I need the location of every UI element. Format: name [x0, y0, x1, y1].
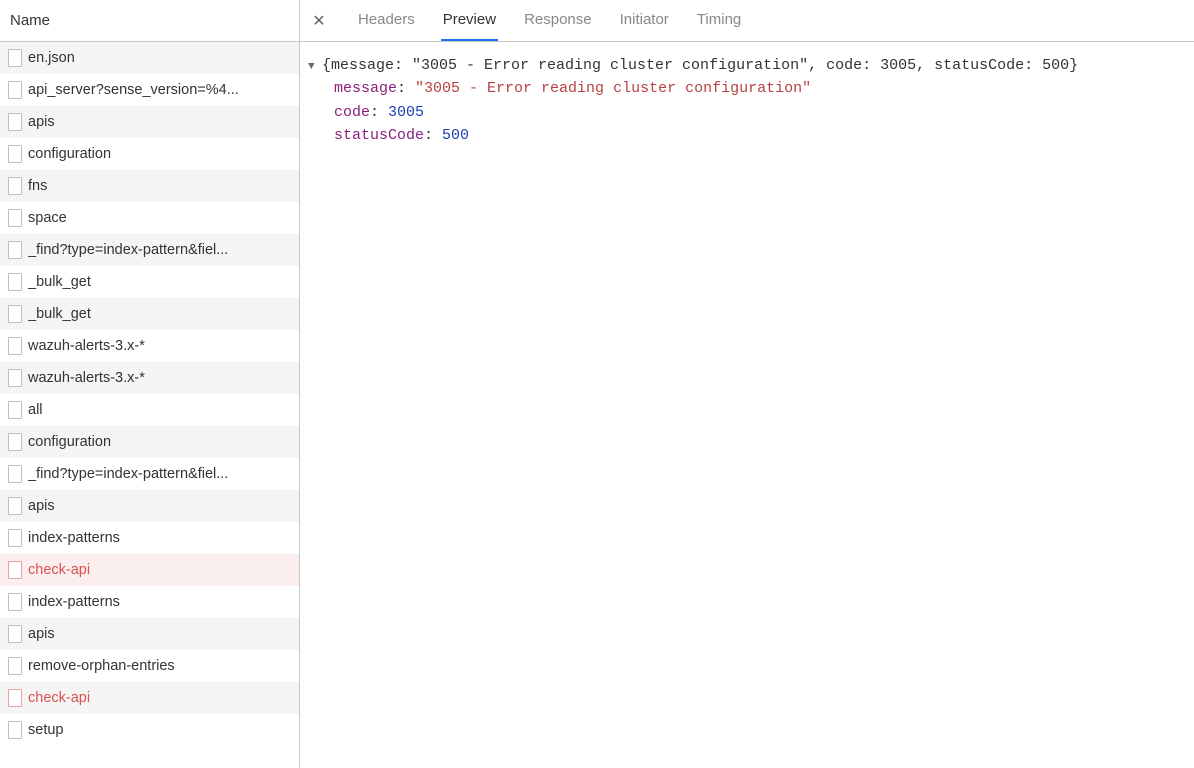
- request-name: index-patterns: [28, 594, 291, 610]
- expand-caret-icon[interactable]: ▼: [308, 59, 320, 76]
- preview-body: ▼ {message: "3005 - Error reading cluste…: [300, 42, 1194, 768]
- file-icon: [8, 433, 22, 451]
- request-item[interactable]: en.json: [0, 42, 299, 74]
- file-icon: [8, 497, 22, 515]
- request-name: wazuh-alerts-3.x-*: [28, 338, 291, 354]
- prop-key: statusCode: [334, 127, 424, 144]
- prop-value: 3005: [388, 104, 424, 121]
- object-summary-row[interactable]: ▼ {message: "3005 - Error reading cluste…: [308, 54, 1186, 77]
- request-item[interactable]: check-api: [0, 682, 299, 714]
- file-icon: [8, 369, 22, 387]
- file-icon: [8, 209, 22, 227]
- tab-response[interactable]: Response: [522, 0, 594, 41]
- file-icon: [8, 401, 22, 419]
- request-item[interactable]: _bulk_get: [0, 298, 299, 330]
- request-item[interactable]: apis: [0, 490, 299, 522]
- request-name: configuration: [28, 146, 291, 162]
- request-name: configuration: [28, 434, 291, 450]
- request-name: index-patterns: [28, 530, 291, 546]
- request-item[interactable]: space: [0, 202, 299, 234]
- request-item[interactable]: _find?type=index-pattern&fiel...: [0, 234, 299, 266]
- object-summary: {message: "3005 - Error reading cluster …: [322, 54, 1078, 77]
- request-name: wazuh-alerts-3.x-*: [28, 370, 291, 386]
- request-name: fns: [28, 178, 291, 194]
- detail-tabs: ✕ Headers Preview Response Initiator Tim…: [300, 0, 1194, 42]
- request-item[interactable]: _find?type=index-pattern&fiel...: [0, 458, 299, 490]
- file-icon: [8, 465, 22, 483]
- request-name: check-api: [28, 690, 291, 706]
- request-item[interactable]: check-api: [0, 554, 299, 586]
- file-icon: [8, 593, 22, 611]
- file-icon: [8, 305, 22, 323]
- request-item[interactable]: all: [0, 394, 299, 426]
- request-item[interactable]: api_server?sense_version=%4...: [0, 74, 299, 106]
- file-icon: [8, 657, 22, 675]
- request-name: apis: [28, 114, 291, 130]
- prop-message[interactable]: message: "3005 - Error reading cluster c…: [308, 77, 1186, 100]
- tab-headers[interactable]: Headers: [356, 0, 417, 41]
- request-name: remove-orphan-entries: [28, 658, 291, 674]
- close-icon[interactable]: ✕: [310, 12, 328, 30]
- prop-statuscode[interactable]: statusCode: 500: [308, 124, 1186, 147]
- request-item[interactable]: configuration: [0, 138, 299, 170]
- request-name: _find?type=index-pattern&fiel...: [28, 466, 291, 482]
- file-icon: [8, 145, 22, 163]
- file-icon: [8, 721, 22, 739]
- request-name: all: [28, 402, 291, 418]
- request-name: _bulk_get: [28, 274, 291, 290]
- prop-code[interactable]: code: 3005: [308, 101, 1186, 124]
- request-item[interactable]: index-patterns: [0, 522, 299, 554]
- file-icon: [8, 273, 22, 291]
- file-icon: [8, 113, 22, 131]
- request-name: check-api: [28, 562, 291, 578]
- prop-value: "3005 - Error reading cluster configurat…: [415, 80, 811, 97]
- file-icon: [8, 81, 22, 99]
- file-icon: [8, 561, 22, 579]
- request-item[interactable]: setup: [0, 714, 299, 746]
- file-icon: [8, 689, 22, 707]
- request-item[interactable]: configuration: [0, 426, 299, 458]
- file-icon: [8, 241, 22, 259]
- request-name: api_server?sense_version=%4...: [28, 82, 291, 98]
- request-name: space: [28, 210, 291, 226]
- file-icon: [8, 337, 22, 355]
- request-item[interactable]: wazuh-alerts-3.x-*: [0, 362, 299, 394]
- request-item[interactable]: fns: [0, 170, 299, 202]
- file-icon: [8, 177, 22, 195]
- request-item[interactable]: index-patterns: [0, 586, 299, 618]
- tab-preview[interactable]: Preview: [441, 0, 498, 41]
- tab-timing[interactable]: Timing: [695, 0, 743, 41]
- request-list: en.json api_server?sense_version=%4...api…: [0, 42, 299, 768]
- prop-value: 500: [442, 127, 469, 144]
- request-name: setup: [28, 722, 291, 738]
- request-name: en.json: [28, 50, 291, 66]
- detail-panel: ✕ Headers Preview Response Initiator Tim…: [300, 0, 1194, 768]
- request-item[interactable]: apis: [0, 106, 299, 138]
- request-item[interactable]: wazuh-alerts-3.x-*: [0, 330, 299, 362]
- request-name: _bulk_get: [28, 306, 291, 322]
- request-name: apis: [28, 626, 291, 642]
- file-icon: [8, 625, 22, 643]
- request-name: _find?type=index-pattern&fiel...: [28, 242, 291, 258]
- name-header-label: Name: [10, 12, 50, 29]
- request-item[interactable]: remove-orphan-entries: [0, 650, 299, 682]
- devtools-network-panel: Name en.json api_server?sense_version=%4.…: [0, 0, 1194, 768]
- name-column-header[interactable]: Name: [0, 0, 299, 42]
- prop-key: code: [334, 104, 370, 121]
- request-list-panel: Name en.json api_server?sense_version=%4.…: [0, 0, 300, 768]
- request-name: apis: [28, 498, 291, 514]
- file-icon: [8, 529, 22, 547]
- prop-key: message: [334, 80, 397, 97]
- request-item[interactable]: apis: [0, 618, 299, 650]
- file-icon: [8, 49, 22, 67]
- tab-initiator[interactable]: Initiator: [618, 0, 671, 41]
- request-item[interactable]: _bulk_get: [0, 266, 299, 298]
